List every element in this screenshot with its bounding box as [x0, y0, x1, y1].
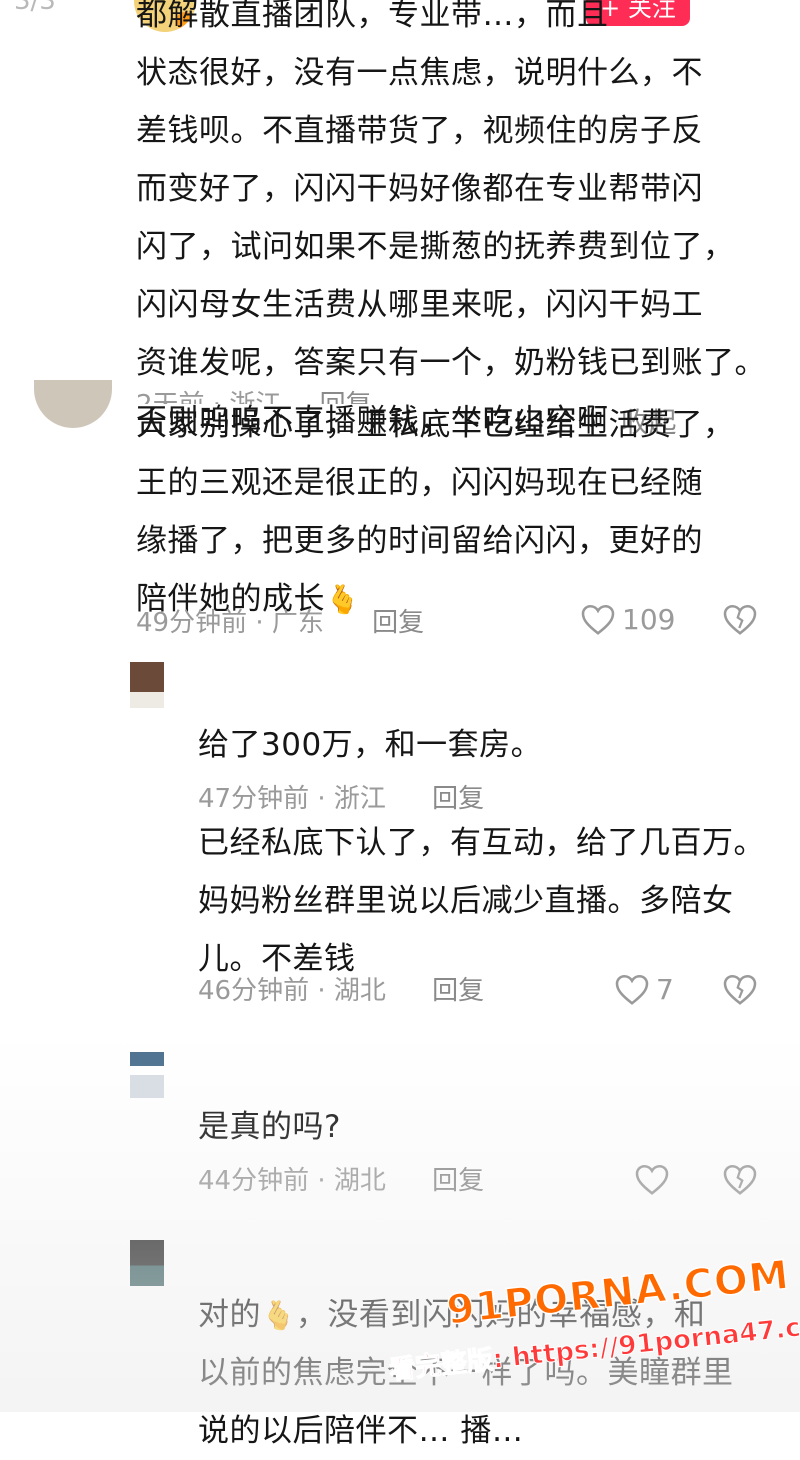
comment-meta: 44分钟前 · 湖北 回复: [198, 1164, 484, 1198]
comment-line: 而变好了，闪闪干妈好像都在专业帮带闪: [136, 171, 703, 207]
comment-line: 闪闪母女生活费从哪里来呢，闪闪干妈工: [136, 287, 703, 323]
heart-icon: [635, 1164, 669, 1195]
comment-body: 大家别操心了，王私底下已经给生活费了， 王的三观还是很正的，闪闪妈现在已经随 缘…: [136, 396, 776, 628]
comment-line: 说的以后陪伴不… 播…: [198, 1413, 524, 1449]
comment-meta: 49分钟前 · 广东 回复: [136, 606, 424, 640]
broken-heart-icon: [723, 604, 757, 635]
avatar[interactable]: [34, 380, 112, 428]
like-button[interactable]: 109: [580, 602, 675, 636]
comment-location: 浙江: [333, 784, 386, 814]
comment-line: 对的: [198, 1297, 261, 1333]
comment-meta: 46分钟前 · 湖北 回复: [198, 974, 484, 1008]
finger-heart-icon: 🫰: [261, 1298, 296, 1332]
main-comment-body: 都解散直播团队，专业带…，而且 状态很好，没有一点焦虑，说明什么，不 差钱呗。不…: [136, 0, 776, 450]
reply-text: 给了300万，和一套房。: [198, 727, 543, 763]
heart-icon: [581, 604, 615, 635]
comment-time: 49分钟前: [136, 608, 248, 638]
like-button[interactable]: [634, 1162, 670, 1200]
like-button[interactable]: 7: [614, 972, 674, 1006]
heart-icon: [615, 974, 649, 1005]
avatar[interactable]: [130, 1052, 164, 1098]
comment-line: 已经私底下认了，有互动，给了几百万。: [198, 825, 765, 861]
comment-line: 缘播了，把更多的时间留给闪闪，更好的: [136, 523, 703, 559]
dislike-button[interactable]: [722, 602, 758, 640]
page-counter: 3/3: [14, 0, 56, 16]
reply-text: 是真的吗?: [198, 1109, 341, 1145]
comment-line: 差钱呗。不直播带货了，视频住的房子反: [136, 113, 703, 149]
comment-line: 都解散直播团队，专业带…，而且: [136, 0, 609, 33]
like-count: 109: [622, 602, 676, 636]
comment-time: 46分钟前: [198, 976, 310, 1006]
reply-link[interactable]: 回复: [432, 784, 484, 814]
reply-link[interactable]: 回复: [432, 976, 484, 1006]
comment-line: 妈妈粉丝群里说以后减少直播。多陪女: [198, 883, 734, 919]
comment-location: 广东: [271, 608, 324, 638]
meta-separator: ·: [247, 608, 272, 638]
comment-location: 湖北: [333, 1166, 386, 1196]
broken-heart-icon: [723, 974, 757, 1005]
like-count: 7: [656, 972, 674, 1006]
comment-line: 资谁发呢，答案只有一个，奶粉钱已到账了。: [136, 345, 766, 381]
avatar[interactable]: [130, 662, 164, 708]
comment-line: 大家别操心了，王私底下已经给生活费了，: [136, 407, 735, 443]
reply-link[interactable]: 回复: [432, 1166, 484, 1196]
reply-body: 已经私底下认了，有互动，给了几百万。 妈妈粉丝群里说以后减少直播。多陪女 儿。不…: [198, 814, 778, 988]
comment-location: 湖北: [333, 976, 386, 1006]
broken-heart-icon: [723, 1164, 757, 1195]
meta-separator: ·: [309, 976, 334, 1006]
dislike-button[interactable]: [722, 1162, 758, 1200]
comment-time: 47分钟前: [198, 784, 310, 814]
reply-link[interactable]: 回复: [372, 608, 424, 638]
meta-separator: ·: [309, 1166, 334, 1196]
dislike-button[interactable]: [722, 972, 758, 1010]
comment-meta: 47分钟前 · 浙江 回复: [198, 782, 484, 816]
meta-separator: ·: [309, 784, 334, 814]
comment-time: 44分钟前: [198, 1166, 310, 1196]
comment-line: 闪了，试问如果不是撕葱的抚养费到位了，: [136, 229, 735, 265]
comment-line: 王的三观还是很正的，闪闪妈现在已经随: [136, 465, 703, 501]
avatar[interactable]: [130, 1240, 164, 1286]
comment-line: 状态很好，没有一点焦虑，说明什么，不: [136, 55, 703, 91]
